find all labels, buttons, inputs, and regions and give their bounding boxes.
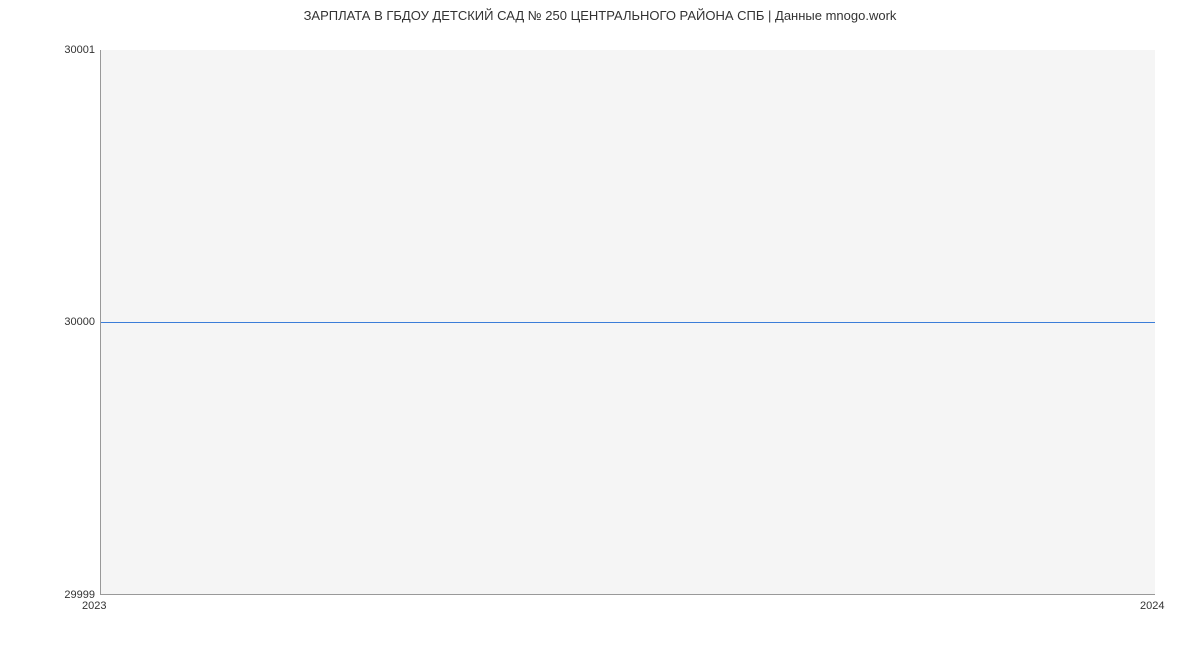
y-tick-label: 30000 xyxy=(64,316,95,328)
plot-area xyxy=(100,50,1155,595)
x-tick-label: 2023 xyxy=(82,600,106,612)
x-tick-label: 2024 xyxy=(1140,600,1164,612)
chart-title: ЗАРПЛАТА В ГБДОУ ДЕТСКИЙ САД № 250 ЦЕНТР… xyxy=(0,8,1200,23)
y-tick-label: 30001 xyxy=(64,44,95,56)
chart-line-series xyxy=(101,322,1155,323)
